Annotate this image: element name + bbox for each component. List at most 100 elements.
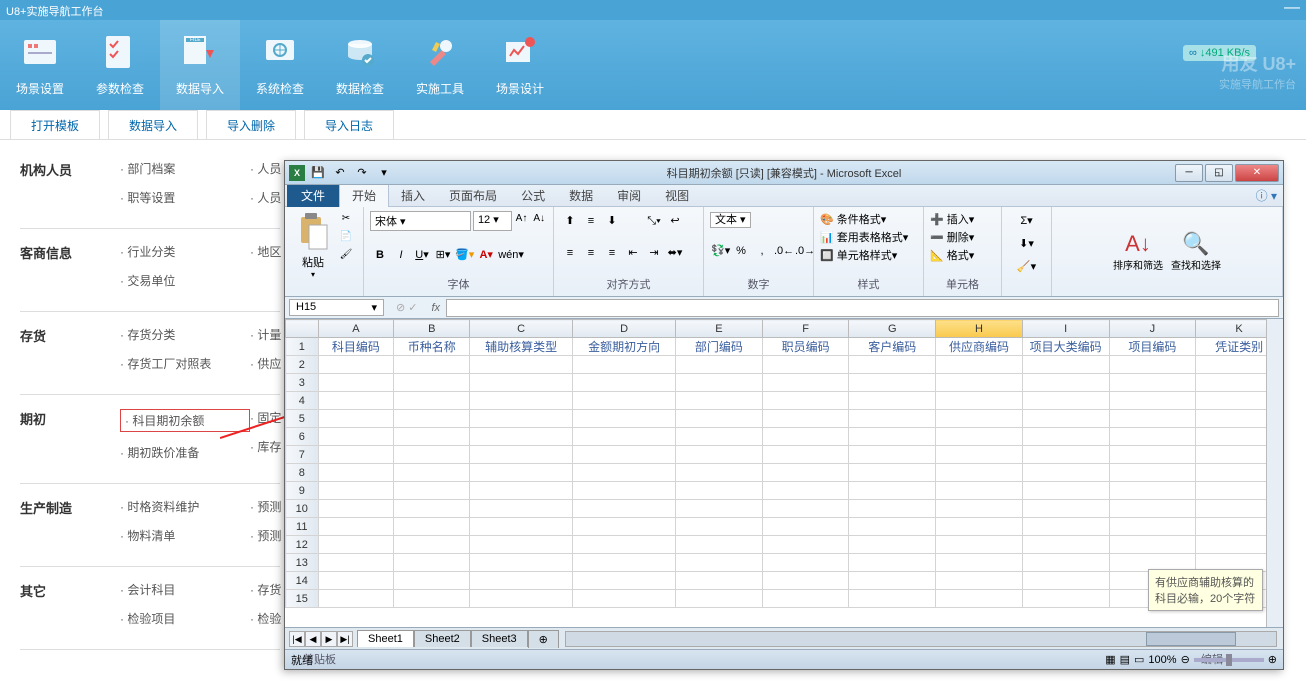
header-cell[interactable]: 项目编码 xyxy=(1109,338,1196,356)
sheet-add[interactable]: ⊕ xyxy=(528,630,559,648)
insert-cell-button[interactable]: ➕ 插入▾ xyxy=(930,211,995,229)
orient-icon[interactable]: ⤡▾ xyxy=(644,211,664,231)
align-center-icon[interactable]: ≡ xyxy=(581,243,601,263)
inc-decimal-icon[interactable]: .0← xyxy=(773,241,793,261)
sheet-tab-3[interactable]: Sheet3 xyxy=(471,630,528,647)
vertical-scrollbar[interactable] xyxy=(1266,319,1283,627)
excel-view-tab[interactable]: 视图 xyxy=(653,184,701,207)
format-cell-button[interactable]: 📐 格式▾ xyxy=(930,247,995,265)
header-cell[interactable]: 职员编码 xyxy=(762,338,849,356)
find-select-button[interactable]: 🔍查找和选择 xyxy=(1171,231,1221,272)
currency-icon[interactable]: 💱▾ xyxy=(710,241,730,261)
ribbon-tools[interactable]: 实施工具 xyxy=(400,20,480,110)
ribbon-data-import[interactable]: FILE数据导入 xyxy=(160,20,240,110)
indent-dec-icon[interactable]: ⇤ xyxy=(623,243,643,263)
header-cell[interactable]: 币种名称 xyxy=(394,338,470,356)
underline-button[interactable]: U▾ xyxy=(412,245,432,265)
excel-review-tab[interactable]: 审阅 xyxy=(605,184,653,207)
merge-icon[interactable]: ⬌▾ xyxy=(665,243,685,263)
zoom-out-button[interactable]: ⊖ xyxy=(1181,653,1190,666)
align-left-icon[interactable]: ≡ xyxy=(560,243,580,263)
indent-inc-icon[interactable]: ⇥ xyxy=(644,243,664,263)
qat-save-icon[interactable]: 💾 xyxy=(309,164,327,182)
horizontal-scrollbar[interactable] xyxy=(565,631,1277,647)
ribbon-scene-settings[interactable]: 场景设置 xyxy=(0,20,80,110)
minimize-button[interactable]: — xyxy=(1284,3,1300,17)
view-layout-icon[interactable]: ▤ xyxy=(1120,653,1130,666)
shrink-font-icon[interactable]: A↓ xyxy=(531,211,547,231)
qat-redo-icon[interactable]: ↷ xyxy=(353,164,371,182)
font-name-select[interactable]: 宋体 ▾ xyxy=(370,211,471,231)
align-right-icon[interactable]: ≡ xyxy=(602,243,622,263)
nav-link[interactable]: · 行业分类 xyxy=(120,243,250,260)
border-button[interactable]: ⊞▾ xyxy=(433,245,453,265)
nav-link[interactable]: · 时格资料维护 xyxy=(120,498,250,515)
subtab-open-template[interactable]: 打开模板 xyxy=(10,110,100,139)
align-top-icon[interactable]: ⬆ xyxy=(560,211,580,231)
subtab-delete[interactable]: 导入删除 xyxy=(206,110,296,139)
nav-link[interactable]: · 存货分类 xyxy=(120,326,250,343)
sheet-nav-last[interactable]: ▶| xyxy=(337,631,353,647)
nav-link[interactable]: · 交易单位 xyxy=(120,272,250,289)
paste-button[interactable]: 粘贴▾ xyxy=(291,211,335,292)
subtab-log[interactable]: 导入日志 xyxy=(304,110,394,139)
spreadsheet-grid[interactable]: ABCDEFGHIJK1科目编码币种名称辅助核算类型金额期初方向部门编码职员编码… xyxy=(285,319,1283,627)
ribbon-param-check[interactable]: 参数检查 xyxy=(80,20,160,110)
fx-icon[interactable]: fx xyxy=(426,302,447,314)
nav-link[interactable]: · 职等设置 xyxy=(120,189,250,206)
ribbon-scene-design[interactable]: 场景设计 xyxy=(480,20,560,110)
sheet-nav-first[interactable]: |◀ xyxy=(289,631,305,647)
header-cell[interactable]: 辅助核算类型 xyxy=(470,338,573,356)
comma-icon[interactable]: , xyxy=(752,241,772,261)
number-format-select[interactable]: 文本 ▾ xyxy=(710,212,751,228)
excel-close-button[interactable]: ✕ xyxy=(1235,164,1279,182)
view-break-icon[interactable]: ▭ xyxy=(1134,653,1144,666)
excel-formula-tab[interactable]: 公式 xyxy=(509,184,557,207)
ribbon-sys-check[interactable]: 系统检查 xyxy=(240,20,320,110)
cut-icon[interactable]: ✂ xyxy=(337,213,355,229)
excel-home-tab[interactable]: 开始 xyxy=(339,183,389,208)
format-painter-icon[interactable]: 🖌 xyxy=(337,249,355,265)
align-bot-icon[interactable]: ⬇ xyxy=(602,211,622,231)
view-normal-icon[interactable]: ▦ xyxy=(1105,653,1115,666)
font-size-select[interactable]: 12 ▾ xyxy=(473,211,512,231)
nav-link[interactable]: · 期初跌价准备 xyxy=(120,444,250,461)
excel-help-icon[interactable]: ⓘ ▾ xyxy=(1250,187,1283,204)
excel-data-tab[interactable]: 数据 xyxy=(557,184,605,207)
formula-input[interactable] xyxy=(446,299,1279,317)
cond-format-button[interactable]: 🎨 条件格式▾ xyxy=(820,211,917,229)
excel-file-tab[interactable]: 文件 xyxy=(287,184,339,207)
header-cell[interactable]: 金额期初方向 xyxy=(573,338,676,356)
wrap-icon[interactable]: ↩ xyxy=(665,211,685,231)
excel-insert-tab[interactable]: 插入 xyxy=(389,184,437,207)
italic-button[interactable]: I xyxy=(391,245,411,265)
nav-link[interactable]: · 物料清单 xyxy=(120,527,250,544)
copy-icon[interactable]: 📄 xyxy=(337,231,355,247)
header-cell[interactable]: 供应商编码 xyxy=(936,338,1023,356)
dec-decimal-icon[interactable]: .0→ xyxy=(794,241,814,261)
header-cell[interactable]: 客户编码 xyxy=(849,338,936,356)
ribbon-data-check[interactable]: 数据检查 xyxy=(320,20,400,110)
nav-link[interactable]: · 科目期初余额 xyxy=(120,409,250,432)
fill-color-button[interactable]: 🪣▾ xyxy=(454,245,475,265)
subtab-data-import[interactable]: 数据导入 xyxy=(108,110,198,139)
autosum-icon[interactable]: Σ▾ xyxy=(1008,211,1045,231)
phonetic-button[interactable]: wén▾ xyxy=(497,245,525,265)
font-color-button[interactable]: A▾ xyxy=(476,245,496,265)
zoom-in-button[interactable]: ⊕ xyxy=(1268,653,1277,666)
delete-cell-button[interactable]: ➖ 删除▾ xyxy=(930,229,995,247)
sheet-nav-next[interactable]: ▶ xyxy=(321,631,337,647)
name-box[interactable]: H15▾ xyxy=(289,299,384,316)
clear-icon[interactable]: 🧹▾ xyxy=(1008,257,1045,277)
zoom-slider[interactable] xyxy=(1194,658,1264,662)
sheet-nav-prev[interactable]: ◀ xyxy=(305,631,321,647)
align-mid-icon[interactable]: ≡ xyxy=(581,211,601,231)
nav-link[interactable]: · 存货工厂对照表 xyxy=(120,355,250,372)
excel-restore-button[interactable]: ◱ xyxy=(1205,164,1233,182)
header-cell[interactable]: 项目大类编码 xyxy=(1022,338,1109,356)
qat-dropdown-icon[interactable]: ▾ xyxy=(375,164,393,182)
excel-layout-tab[interactable]: 页面布局 xyxy=(437,184,509,207)
sheet-tab-1[interactable]: Sheet1 xyxy=(357,630,414,647)
header-cell[interactable]: 部门编码 xyxy=(676,338,763,356)
grow-font-icon[interactable]: A↑ xyxy=(514,211,530,231)
